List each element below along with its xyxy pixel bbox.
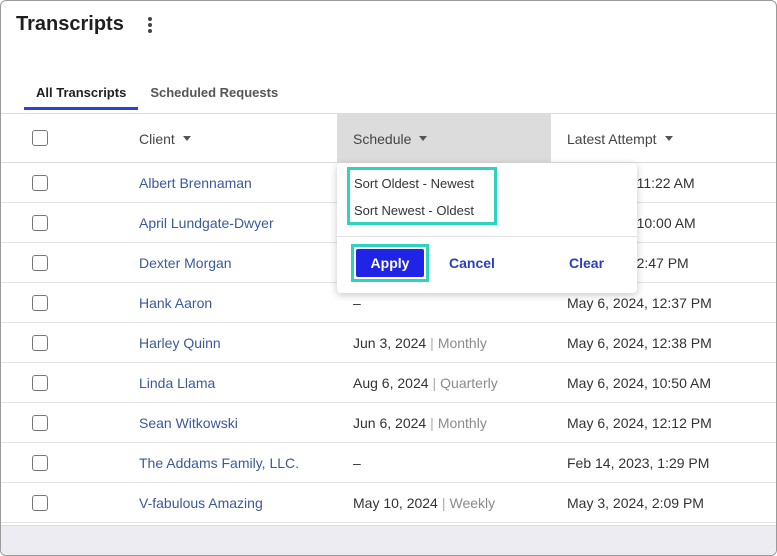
schedule-frequency: Quarterly — [440, 375, 498, 391]
apply-highlight: Apply — [351, 244, 429, 282]
column-label: Client — [139, 130, 175, 147]
latest-attempt: May 3, 2024, 2:09 PM — [567, 495, 704, 511]
separator: | — [432, 375, 437, 391]
row-checkbox[interactable] — [32, 215, 48, 231]
row-checkbox[interactable] — [32, 255, 48, 271]
client-link[interactable]: Linda Llama — [139, 363, 215, 403]
schedule-cell: Aug 6, 2024 | Quarterly — [353, 363, 498, 403]
separator: | — [441, 495, 446, 511]
column-header-latest-attempt[interactable]: Latest Attempt — [567, 114, 673, 163]
table-row: The Addams Family, LLC. – Feb 14, 2023, … — [1, 443, 776, 483]
page-title: Transcripts — [16, 13, 124, 35]
latest-attempt: Feb 14, 2023, 1:29 PM — [567, 455, 710, 471]
column-header-schedule[interactable]: Schedule — [337, 114, 551, 163]
row-checkbox[interactable] — [32, 455, 48, 471]
schedule-frequency: Weekly — [449, 495, 496, 511]
table-row: Linda Llama Aug 6, 2024 | Quarterly May 6,… — [1, 363, 776, 403]
client-link[interactable]: Albert Brennaman — [139, 163, 252, 203]
schedule-date: Aug 6, 2024 — [353, 375, 429, 391]
table-footer — [1, 525, 776, 555]
client-link[interactable]: V-fabulous Amazing — [139, 483, 263, 523]
caret-down-icon — [182, 136, 191, 141]
sort-options-highlight: Sort Oldest - Newest Sort Newest - Oldes… — [347, 167, 497, 225]
table-row: Sean Witkowski Jun 6, 2024 | Monthly May 6… — [1, 403, 776, 443]
apply-button[interactable]: Apply — [356, 249, 424, 277]
latest-attempt: May 6, 2024, 12:38 PM — [567, 335, 712, 351]
sort-option-newest-oldest[interactable]: Sort Newest - Oldest — [350, 197, 494, 224]
cancel-button[interactable]: Cancel — [449, 255, 495, 271]
separator: | — [430, 335, 434, 351]
separator: | — [430, 415, 434, 431]
schedule-date: May 10, 2024 — [353, 495, 438, 511]
row-checkbox[interactable] — [32, 335, 48, 351]
table-row: Harley Quinn Jun 3, 2024 | Monthly May 6, … — [1, 323, 776, 363]
client-link[interactable]: Dexter Morgan — [139, 243, 232, 283]
row-checkbox[interactable] — [32, 295, 48, 311]
client-link[interactable]: April Lundgate-Dwyer — [139, 203, 274, 243]
schedule-cell: May 10, 2024 | Weekly — [353, 483, 495, 523]
clear-button[interactable]: Clear — [569, 255, 604, 271]
schedule-cell: – — [353, 443, 361, 483]
kebab-menu-icon[interactable] — [143, 15, 157, 35]
table-row: V-fabulous Amazing May 10, 2024 | Weekly M… — [1, 483, 776, 523]
client-link[interactable]: Hank Aaron — [139, 283, 212, 323]
client-link[interactable]: The Addams Family, LLC. — [139, 443, 299, 483]
sort-option-oldest-newest[interactable]: Sort Oldest - Newest — [350, 170, 494, 197]
app-window: Transcripts All Transcripts Scheduled Re… — [0, 0, 777, 556]
schedule-frequency: Monthly — [437, 335, 487, 351]
client-link[interactable]: Harley Quinn — [139, 323, 221, 363]
sort-dropdown: Sort Oldest - Newest Sort Newest - Oldes… — [337, 163, 637, 293]
tab-bar: All Transcripts Scheduled Requests — [24, 85, 290, 110]
select-all-checkbox[interactable] — [32, 130, 48, 146]
row-checkbox[interactable] — [32, 175, 48, 191]
latest-attempt: May 6, 2024, 12:12 PM — [567, 415, 712, 431]
row-checkbox[interactable] — [32, 375, 48, 391]
schedule-cell: Jun 6, 2024 | Monthly — [353, 403, 487, 443]
schedule-date: – — [353, 455, 361, 471]
tab-scheduled-requests[interactable]: Scheduled Requests — [138, 85, 290, 110]
caret-down-icon — [419, 136, 428, 141]
row-checkbox[interactable] — [32, 415, 48, 431]
schedule-date: Jun 6, 2024 — [353, 415, 427, 431]
table-header: Client Schedule Latest Attempt — [1, 113, 776, 163]
latest-attempt: May 6, 2024, 10:50 AM — [567, 375, 711, 391]
schedule-cell: Jun 3, 2024 | Monthly — [353, 323, 487, 363]
schedule-date: – — [353, 295, 361, 311]
schedule-frequency: Monthly — [437, 415, 487, 431]
client-link[interactable]: Sean Witkowski — [139, 403, 238, 443]
column-label: Schedule — [353, 130, 412, 147]
tab-all-transcripts[interactable]: All Transcripts — [24, 85, 139, 110]
row-checkbox[interactable] — [32, 495, 48, 511]
column-header-client[interactable]: Client — [139, 114, 191, 163]
divider — [337, 236, 637, 237]
column-label: Latest Attempt — [567, 130, 657, 147]
schedule-date: Jun 3, 2024 — [353, 335, 427, 351]
caret-down-icon — [664, 136, 673, 141]
